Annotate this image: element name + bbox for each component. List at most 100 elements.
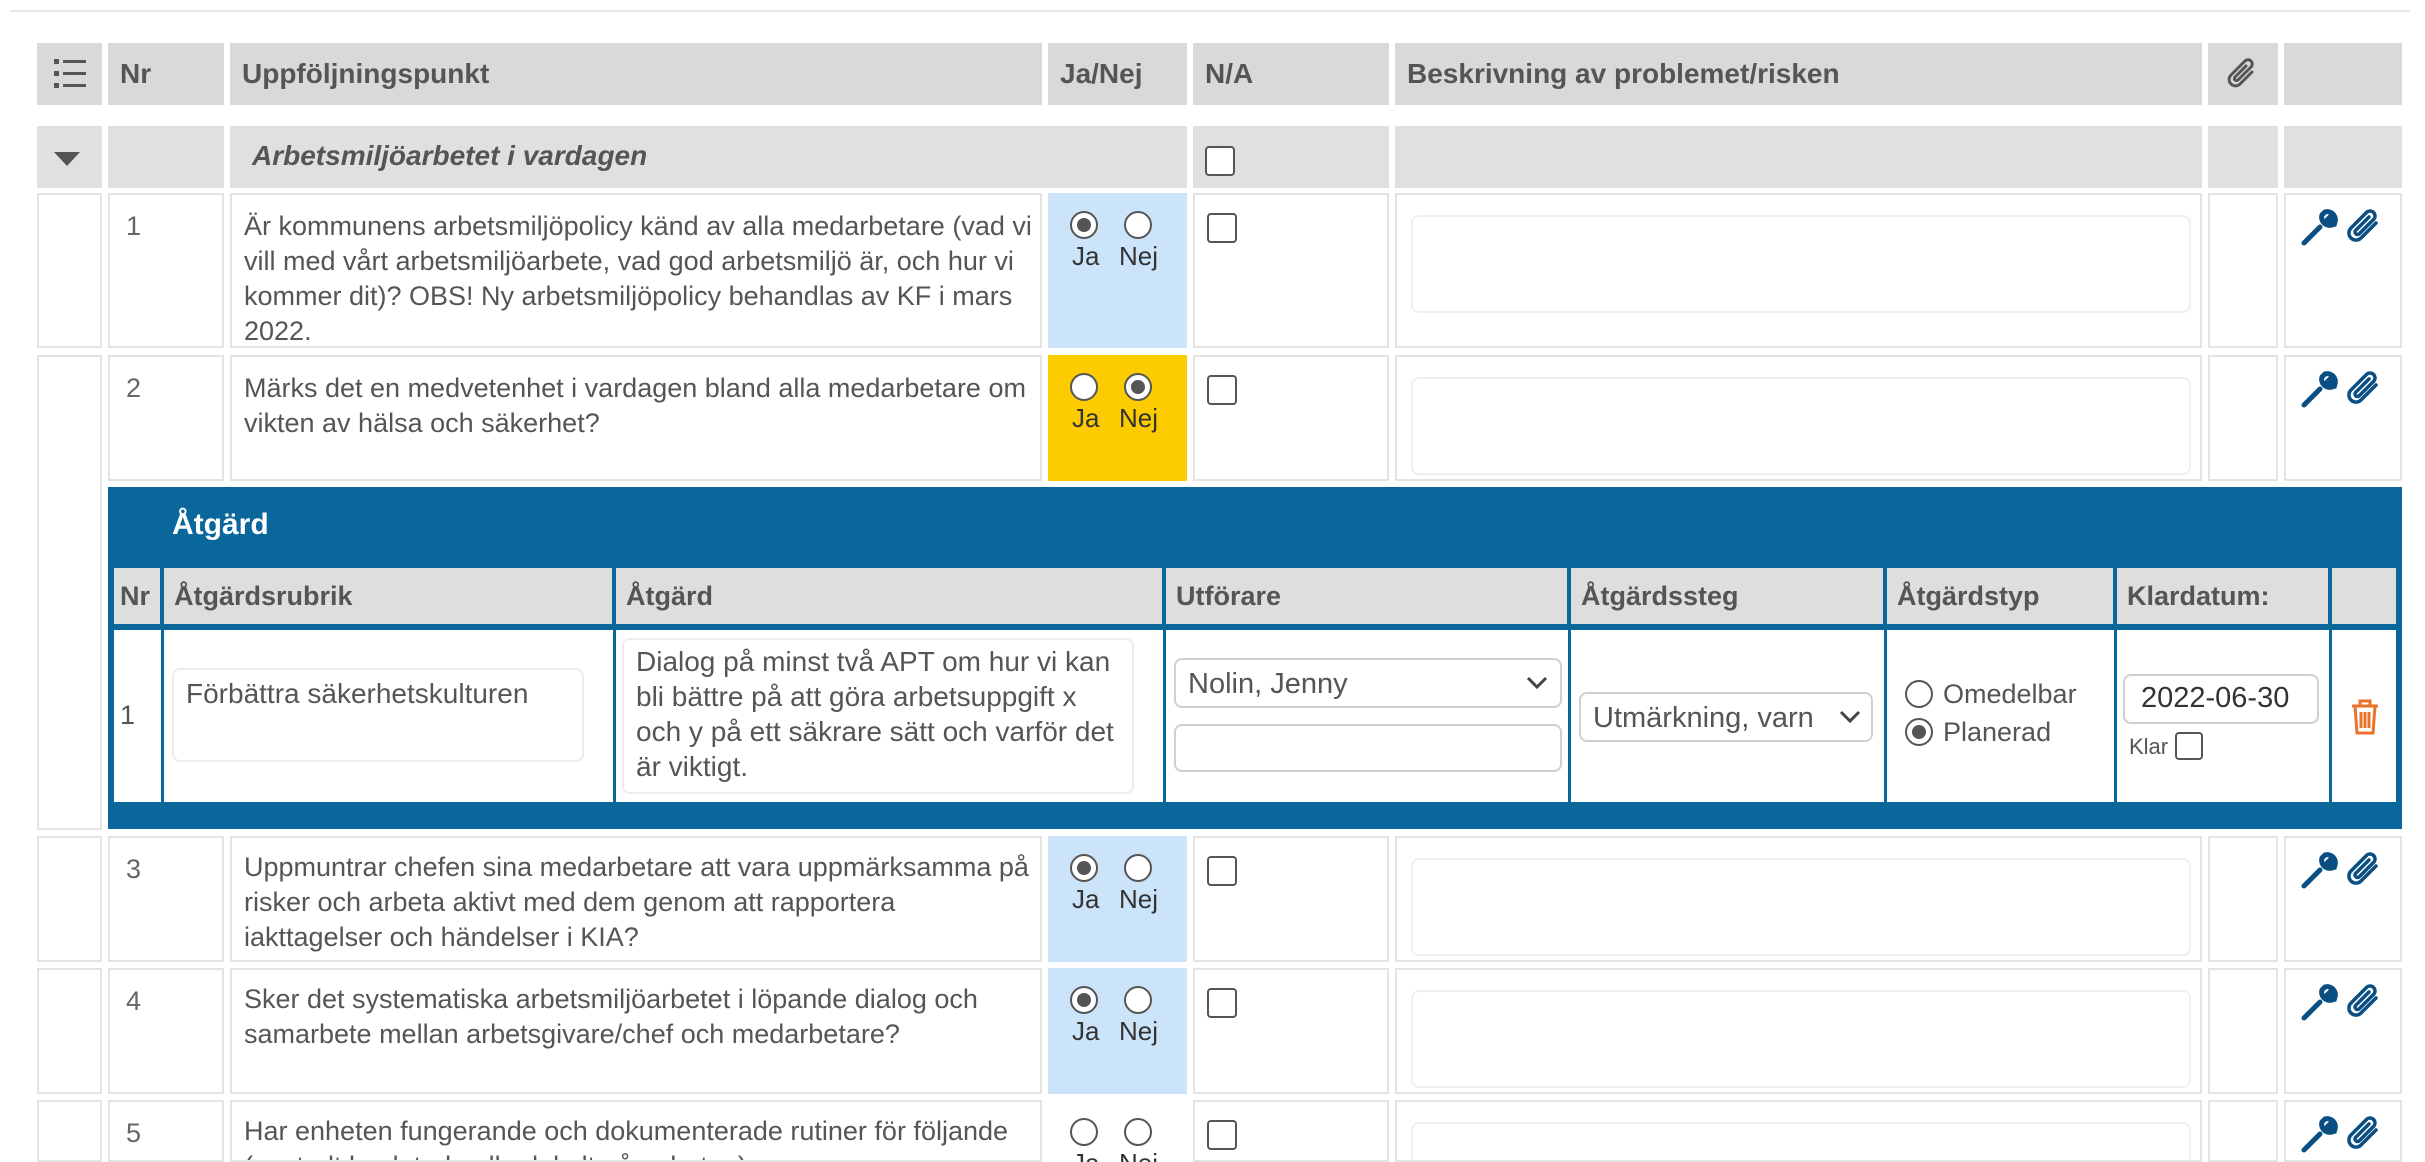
date-input[interactable]: 2022-06-30: [2123, 674, 2319, 724]
action-row-heading-cell: Förbättra säkerhetskulturen: [164, 630, 616, 802]
item-3-answer: Ja Nej: [1048, 836, 1187, 962]
action-row-action-cell: Dialog på minst två APT om hur vi kan bl…: [616, 630, 1166, 802]
item-3-na-checkbox[interactable]: [1207, 856, 1237, 886]
action-row-performer-cell: Nolin, Jenny: [1166, 630, 1571, 802]
item-2-radio-yes[interactable]: [1070, 373, 1098, 401]
item-3-desc-cell: [1395, 836, 2202, 962]
item-1-na-checkbox[interactable]: [1207, 213, 1237, 243]
item-5-na-cell: [1193, 1100, 1389, 1162]
group-collapse-cell[interactable]: [37, 126, 102, 188]
done-checkbox[interactable]: [2175, 732, 2203, 760]
group-attach-cell: [2208, 126, 2278, 188]
performer-value: Nolin, Jenny: [1188, 668, 1348, 700]
action-col-step: Åtgärdssteg: [1571, 568, 1883, 624]
action-row-step-cell: Utmärkning, varn: [1571, 630, 1887, 802]
wrench-icon[interactable]: [2300, 371, 2338, 409]
performer-select[interactable]: Nolin, Jenny: [1174, 658, 1562, 708]
item-5-no-label: Nej: [1119, 1148, 1158, 1162]
header-nr: Nr: [108, 43, 224, 105]
performer-extra-input[interactable]: [1174, 724, 1562, 772]
item-4-na-checkbox[interactable]: [1207, 988, 1237, 1018]
item-5-desc-cell: [1395, 1100, 2202, 1162]
item-4-no-label: Nej: [1119, 1016, 1159, 1046]
group-nr-cell: [108, 126, 224, 188]
item-1-nr: 1: [108, 193, 224, 348]
list-numbered-icon[interactable]: [53, 57, 87, 91]
group-na-cell: [1193, 126, 1389, 188]
group-tools-cell: [2284, 126, 2402, 188]
item-3-radio-yes[interactable]: [1070, 854, 1098, 882]
item-1-description-input[interactable]: [1411, 215, 2191, 313]
type-radio-planned[interactable]: [1905, 718, 1933, 746]
action-col-delete: [2332, 568, 2396, 624]
action-row-delete-cell: [2332, 630, 2396, 802]
item-4-left: [37, 968, 102, 1094]
trash-icon[interactable]: [2350, 698, 2380, 736]
item-3-description-input[interactable]: [1411, 858, 2191, 956]
item-2-nr: 2: [108, 355, 224, 481]
action-heading-input[interactable]: Förbättra säkerhetskulturen: [172, 668, 584, 762]
item-3-no-label: Nej: [1119, 884, 1159, 914]
item-3-yes-label: Ja: [1072, 884, 1100, 914]
type-radio-immediate[interactable]: [1905, 680, 1933, 708]
action-row-date-cell: 2022-06-30 Klar: [2117, 630, 2332, 802]
item-5-description-input[interactable]: [1411, 1122, 2191, 1160]
item-1-question: Är kommunens arbetsmiljöpolicy känd av a…: [230, 193, 1042, 348]
item-4-yes-label: Ja: [1072, 1016, 1100, 1046]
item-2-na-checkbox[interactable]: [1207, 375, 1237, 405]
group-title: Arbetsmiljöarbetet i vardagen: [230, 126, 1187, 188]
wrench-icon[interactable]: [2300, 984, 2338, 1022]
item-4-answer: Ja Nej: [1048, 968, 1187, 1094]
item-5-radio-no[interactable]: [1124, 1118, 1152, 1146]
item-1-tools-cell: [2284, 193, 2402, 348]
action-col-action: Åtgärd: [616, 568, 1162, 624]
item-4-radio-yes[interactable]: [1070, 986, 1098, 1014]
item-3-attach-cell: [2208, 836, 2278, 962]
item-5-tools-cell: [2284, 1100, 2402, 1162]
type-label-immediate: Omedelbar: [1943, 679, 2077, 709]
type-label-planned: Planerad: [1943, 717, 2052, 747]
item-5-na-checkbox[interactable]: [1207, 1120, 1237, 1150]
chevron-down-icon: [1526, 676, 1548, 690]
header-list-cell[interactable]: [37, 43, 102, 105]
paperclip-icon[interactable]: [2344, 367, 2384, 409]
item-4-description-input[interactable]: [1411, 990, 2191, 1088]
item-1-no-label: Nej: [1119, 241, 1159, 271]
header-attach: [2208, 43, 2278, 105]
item-1-radio-no[interactable]: [1124, 211, 1152, 239]
item-2-description-input[interactable]: [1411, 377, 2191, 475]
item-3-question: Uppmuntrar chefen sina medarbetare att v…: [230, 836, 1042, 962]
action-row-nr: 1: [114, 630, 164, 802]
paperclip-icon[interactable]: [2344, 980, 2384, 1022]
item-2-tools-cell: [2284, 355, 2402, 481]
item-1-na-cell: [1193, 193, 1389, 348]
action-col-nr: Nr: [114, 568, 160, 624]
paperclip-icon[interactable]: [2344, 205, 2384, 247]
wrench-icon[interactable]: [2300, 852, 2338, 890]
item-2-na-cell: [1193, 355, 1389, 481]
paperclip-icon[interactable]: [2344, 848, 2384, 890]
chevron-down-icon: [1839, 710, 1861, 724]
caret-down-icon[interactable]: [54, 152, 80, 168]
group-na-checkbox[interactable]: [1205, 146, 1235, 176]
done-label: Klar: [2129, 734, 2169, 759]
item-1-radio-yes[interactable]: [1070, 211, 1098, 239]
action-col-heading: Åtgärdsrubrik: [164, 568, 612, 624]
item-3-nr: 3: [108, 836, 224, 962]
item-5-radio-yes[interactable]: [1070, 1118, 1098, 1146]
header-point: Uppföljningspunkt: [230, 43, 1042, 105]
step-select[interactable]: Utmärkning, varn: [1579, 692, 1873, 742]
action-text-input[interactable]: Dialog på minst två APT om hur vi kan bl…: [622, 638, 1134, 794]
item-3-radio-no[interactable]: [1124, 854, 1152, 882]
wrench-icon[interactable]: [2300, 1116, 2338, 1154]
item-4-na-cell: [1193, 968, 1389, 1094]
paperclip-icon[interactable]: [2344, 1112, 2384, 1154]
action-col-date: Klardatum:: [2117, 568, 2328, 624]
item-4-radio-no[interactable]: [1124, 986, 1152, 1014]
wrench-icon[interactable]: [2300, 209, 2338, 247]
item-4-tools-cell: [2284, 968, 2402, 1094]
item-2-radio-no[interactable]: [1124, 373, 1152, 401]
item-1-desc-cell: [1395, 193, 2202, 348]
top-divider: [10, 10, 2410, 12]
header-na: N/A: [1193, 43, 1389, 105]
